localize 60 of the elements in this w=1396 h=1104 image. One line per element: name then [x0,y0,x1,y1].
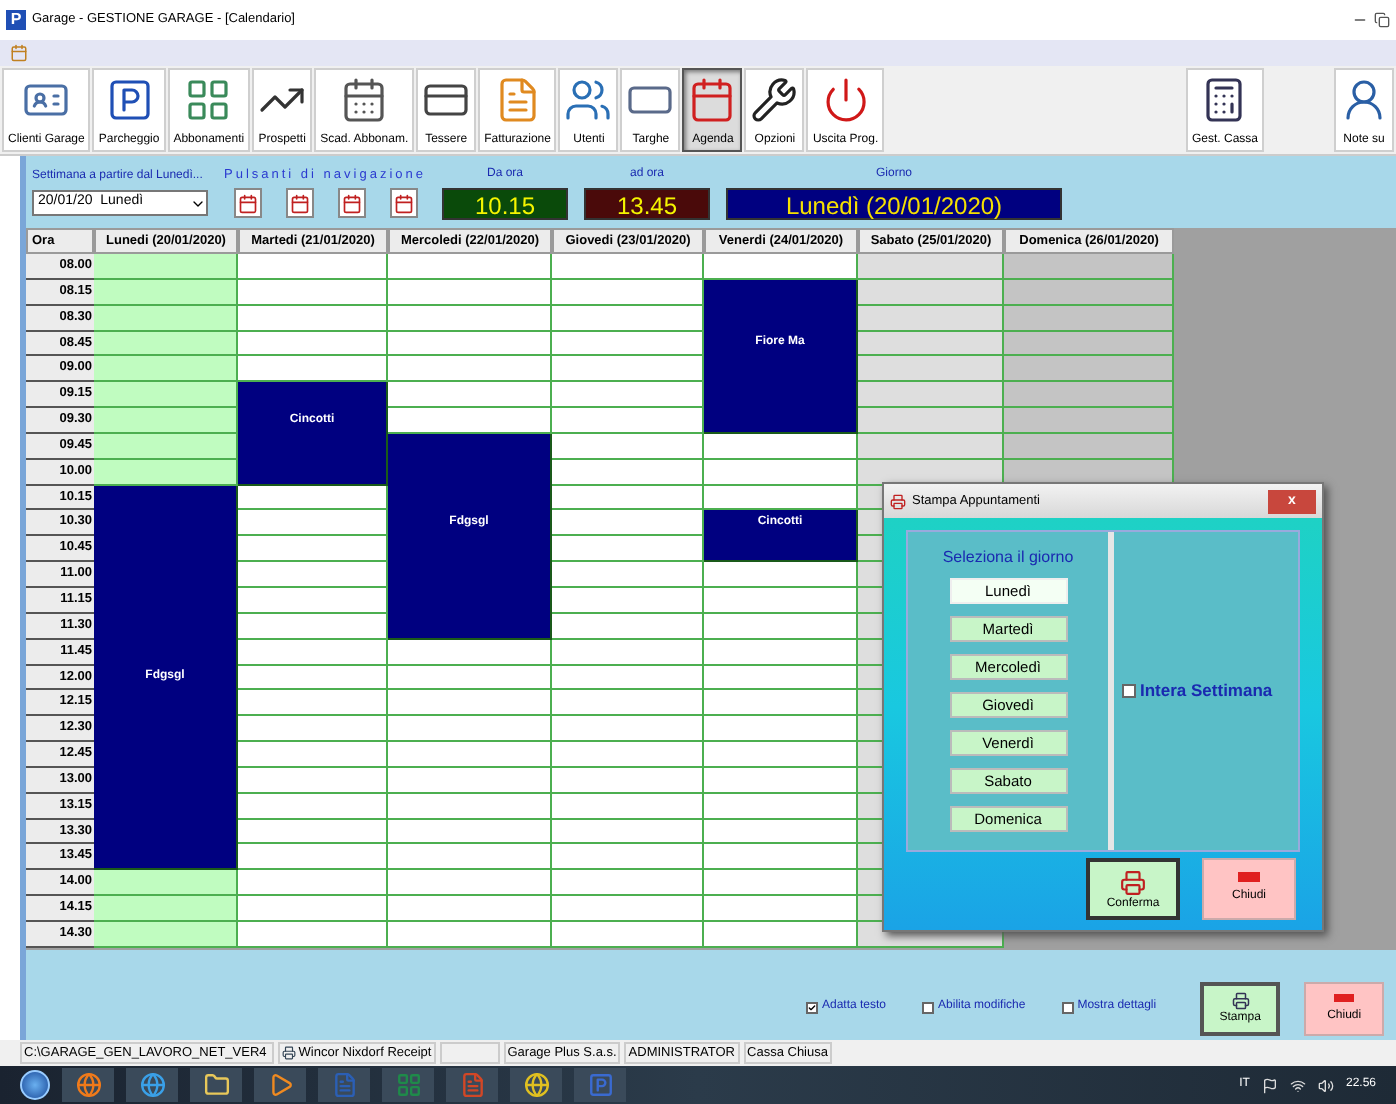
checkbox[interactable] [1061,1001,1074,1013]
time-slot[interactable] [704,433,858,460]
printer-icon [1231,991,1250,1009]
taskbar-app[interactable] [62,1068,114,1102]
globe-icon [75,1072,101,1098]
document-icon [331,1072,357,1098]
checkbox[interactable] [1122,684,1136,698]
time-display: Lunedì (20/01/2020) [726,187,1062,219]
time-display: 10.15 [442,187,568,219]
time-slot[interactable] [704,485,858,511]
calendar-icon[interactable] [10,44,28,62]
calendar-icon [393,193,413,214]
exit-sign-icon [1238,872,1260,882]
exit-sign-icon [1334,993,1355,1001]
time-slot[interactable] [238,485,388,511]
play-icon [267,1072,293,1098]
nav-calendar-button[interactable] [389,188,417,219]
checkbox[interactable] [922,1001,935,1013]
calendar-icon [289,193,309,214]
status-segment [439,1042,500,1064]
taskbar-app[interactable] [190,1068,242,1102]
time-slot[interactable] [388,639,552,665]
flag-icon[interactable] [1261,1077,1278,1093]
start-button-icon[interactable] [20,1070,50,1100]
printer-icon [890,493,906,509]
taskbar-app[interactable] [254,1068,306,1102]
users-icon [564,76,613,124]
globe-icon [523,1072,549,1098]
restore-icon[interactable] [1374,12,1390,28]
nav-calendar-button[interactable] [285,188,313,219]
time-display: 13.45 [584,187,710,219]
checkbox[interactable] [806,1001,818,1013]
printer-icon [1120,870,1146,896]
nav-calendar-button[interactable] [233,188,261,219]
parking-sign-icon [105,76,154,124]
prompt-text: Seleziona il giorno [942,550,1074,566]
spreadsheet-icon [395,1072,421,1098]
parking-sign-icon [587,1072,613,1098]
whole-week-checkbox[interactable]: Intera Settimana [1122,678,1273,704]
globe-icon [139,1072,165,1098]
network-icon[interactable] [1289,1077,1306,1093]
time-slot[interactable] [238,356,388,383]
app-logo: P [6,10,26,30]
printer-icon [282,1046,297,1060]
calendar-icon [237,193,257,214]
calendar-icon [341,193,361,214]
calendar-icon [688,76,737,124]
taskbar-app[interactable] [126,1068,178,1102]
grid-icon [184,76,233,124]
user-icon [1340,76,1388,124]
tools-icon [750,76,799,124]
power-icon [821,76,870,124]
booked-slot[interactable] [94,844,238,871]
booked-slot[interactable] [704,536,858,563]
folder-icon [203,1072,229,1098]
document-icon [459,1072,485,1098]
calendar-icon [340,76,389,124]
nav-calendar-button[interactable] [337,188,365,219]
taskbar-app[interactable] [510,1068,562,1102]
volume-icon[interactable] [1317,1077,1334,1093]
